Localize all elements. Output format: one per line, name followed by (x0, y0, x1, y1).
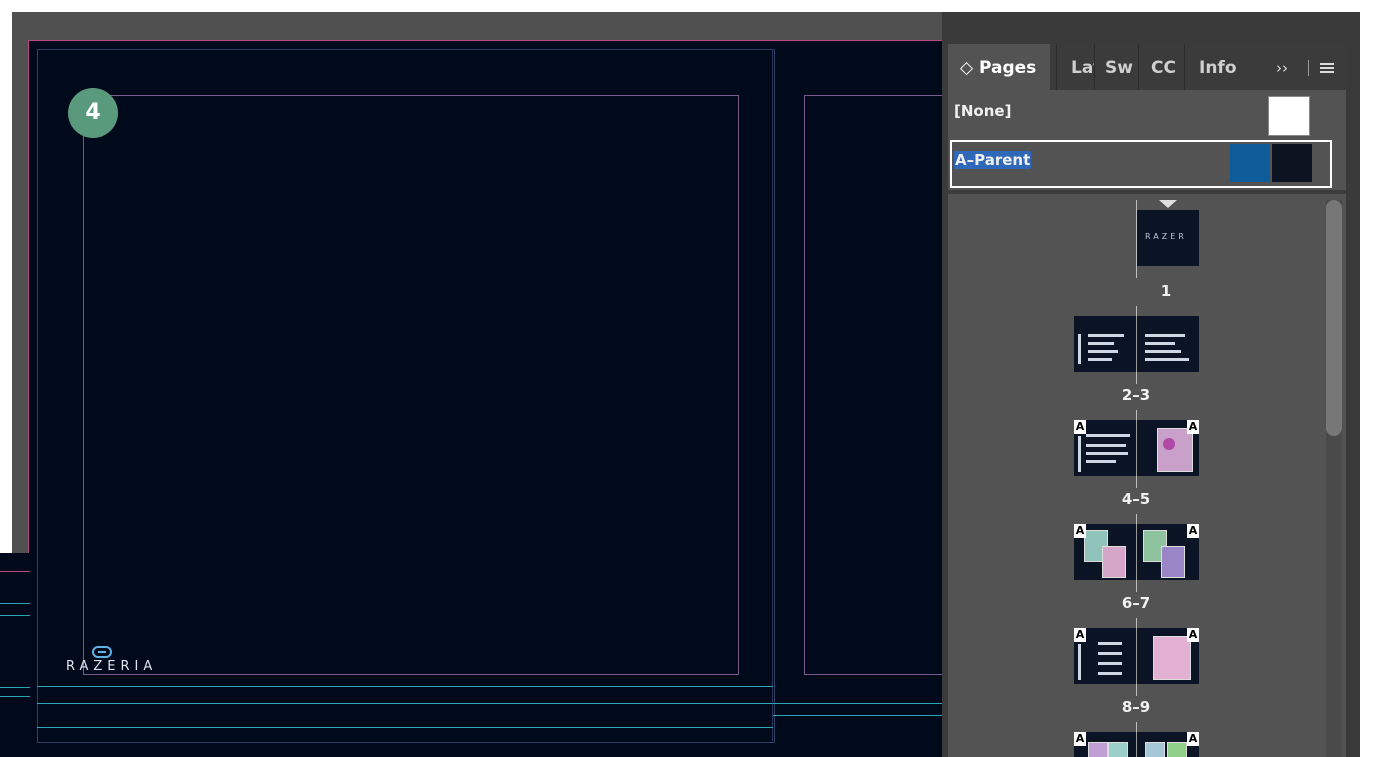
page-thumbnail[interactable]: RAZER (1137, 210, 1199, 266)
parent-thumbnail-right (1272, 144, 1312, 182)
page-thumbnail[interactable]: A (1074, 628, 1137, 684)
parent-marker: A (1187, 628, 1199, 642)
page-thumbnail[interactable]: A (1137, 628, 1199, 684)
tab-overflow-button[interactable]: ›› (1276, 44, 1288, 90)
tab-layers[interactable]: Lay (1056, 44, 1094, 90)
parent-marker: A (1074, 628, 1086, 642)
page-thumbnail[interactable]: A (1137, 420, 1199, 476)
parent-marker: A (1074, 732, 1086, 746)
parent-marker: A (1187, 732, 1199, 746)
separator (1308, 60, 1309, 76)
parent-marker: A (1187, 524, 1199, 538)
pages-list[interactable]: RAZER 1 2–3 A A 4–5 A A 6–7 A A 8–9 A A (948, 194, 1346, 757)
guide-line (0, 696, 30, 697)
page-thumbnail[interactable]: A (1074, 732, 1137, 757)
page-thumbnail[interactable]: A (1137, 524, 1199, 580)
parent-thumbnail-left (1230, 144, 1270, 182)
spread-indicator-icon (1159, 200, 1177, 208)
page-thumbnail[interactable]: A (1074, 420, 1137, 476)
cover-text: RAZER (1145, 232, 1187, 241)
text-frame-right[interactable] (804, 95, 942, 675)
page-number: 4–5 (1121, 490, 1151, 508)
baseline-guide (37, 727, 773, 728)
page-thumbnail[interactable] (1074, 316, 1137, 372)
panel-tab-bar: ◇ Pages Lay Sw CC Info ›› (948, 44, 1346, 90)
document-canvas[interactable]: 4 RAZERIA (12, 12, 942, 757)
panel-menu-icon[interactable] (1320, 63, 1334, 73)
parent-marker: A (1074, 524, 1086, 538)
parent-marker: A (1074, 420, 1086, 434)
scrollbar-thumb[interactable] (1326, 200, 1342, 436)
page-thumbnail[interactable]: A (1137, 732, 1199, 757)
page-number: 1 (1160, 282, 1172, 300)
text-frame-left[interactable] (83, 95, 739, 675)
baseline-guide (37, 703, 942, 704)
page-spread[interactable] (28, 40, 942, 757)
parent-item-a-parent[interactable]: A–Parent (950, 140, 1332, 188)
pages-panel: ◇ Pages Lay Sw CC Info ›› [None] A–Paren… (948, 44, 1346, 757)
parent-item-none[interactable]: [None] (948, 90, 1346, 138)
page-number-badge: 4 (68, 88, 118, 138)
guide-line (0, 615, 30, 616)
window-edge (1360, 12, 1374, 757)
guide-line (0, 687, 30, 688)
tab-cc-libraries[interactable]: CC (1138, 44, 1184, 90)
tab-pages[interactable]: ◇ Pages (948, 44, 1050, 90)
guide-line (0, 603, 30, 604)
baseline-guide (773, 715, 942, 716)
spread-spine (772, 49, 773, 741)
parent-label: A–Parent (954, 151, 1032, 169)
page-thumbnail[interactable]: A (1074, 524, 1137, 580)
page-thumbnail[interactable] (1137, 316, 1199, 372)
parent-thumbnail (1268, 96, 1310, 136)
page-number: 6–7 (1121, 594, 1151, 612)
page-number: 2–3 (1121, 386, 1151, 404)
link-icon[interactable] (92, 646, 112, 658)
parent-label: [None] (954, 102, 1012, 120)
pasteboard-object[interactable] (0, 553, 30, 757)
tab-swatches[interactable]: Sw (1094, 44, 1138, 90)
parent-marker: A (1187, 420, 1199, 434)
baseline-guide (37, 686, 773, 687)
page-number: 8–9 (1121, 698, 1151, 716)
tab-info[interactable]: Info (1184, 44, 1240, 90)
logo-text[interactable]: RAZERIA (66, 659, 157, 674)
guide-line (0, 571, 30, 572)
